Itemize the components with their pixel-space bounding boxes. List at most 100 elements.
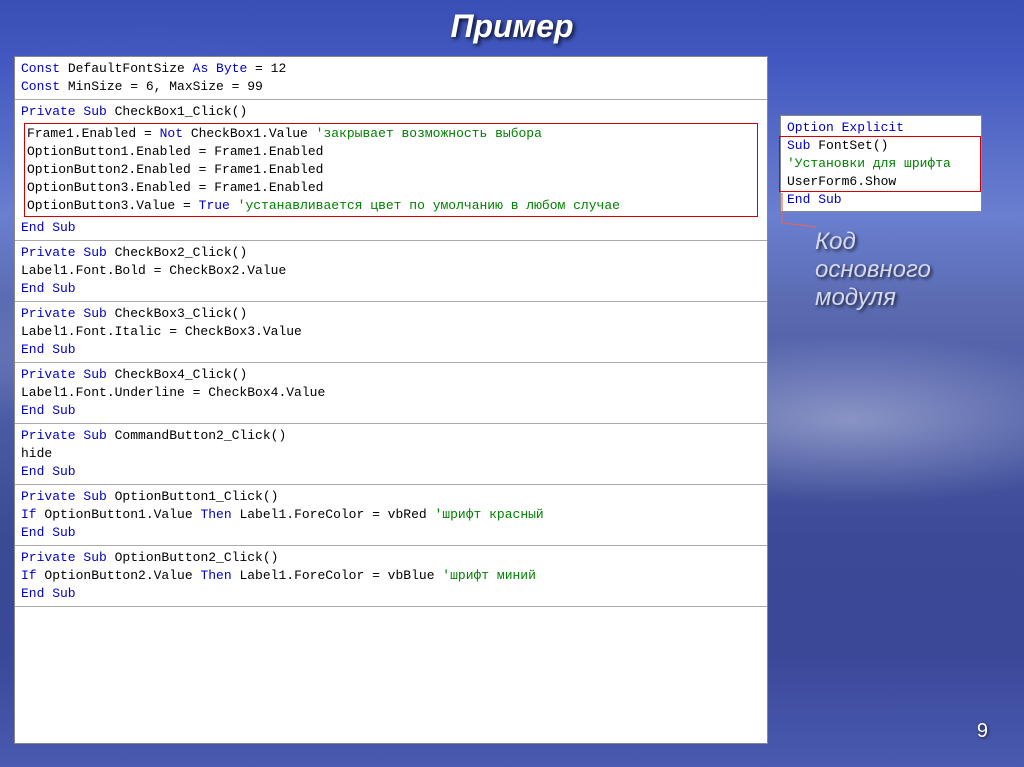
code-line: Label1.Font.Underline = CheckBox4.Value (21, 384, 761, 402)
code-token: 'шрифт миний (442, 568, 536, 583)
code-line: Private Sub CommandButton2_Click() (21, 427, 761, 445)
code-line: End Sub (21, 280, 761, 298)
code-line: hide (21, 445, 761, 463)
code-token: Const (21, 61, 68, 76)
code-token: OptionButton2.Enabled = Frame1.Enabled (27, 162, 323, 177)
code-line: OptionButton3.Value = True 'устанавливае… (27, 197, 755, 215)
code-token: Private Sub (21, 367, 115, 382)
code-line: Private Sub CheckBox4_Click() (21, 366, 761, 384)
code-token: OptionButton1_Click() (115, 489, 279, 504)
code-token: As Byte (193, 61, 248, 76)
code-token: If (21, 507, 44, 522)
code-token: 'шрифт красный (435, 507, 544, 522)
code-line: 'Установки для шрифта (787, 155, 975, 173)
highlight-box: Frame1.Enabled = Not CheckBox1.Value 'за… (24, 123, 758, 217)
callout-connector (780, 193, 818, 231)
code-line: Label1.Font.Bold = CheckBox2.Value (21, 262, 761, 280)
page-number: 9 (977, 720, 988, 743)
code-line: Sub FontSet() (787, 137, 975, 155)
code-line: If OptionButton2.Value Then Label1.ForeC… (21, 567, 761, 585)
slide-title: Пример (0, 8, 1024, 45)
code-token: DefaultFontSize (68, 61, 193, 76)
code-token: MinSize = 6, MaxSize = 99 (68, 79, 263, 94)
code-line: Private Sub CheckBox2_Click() (21, 244, 761, 262)
code-token: FontSet() (818, 138, 888, 153)
code-line: End Sub (21, 463, 761, 481)
code-token: OptionButton3.Enabled = Frame1.Enabled (27, 180, 323, 195)
code-section: Private Sub CheckBox3_Click()Label1.Font… (15, 302, 767, 363)
code-token: UserForm6.Show (787, 174, 896, 189)
code-token: Then (200, 507, 231, 522)
code-token: End Sub (21, 220, 76, 235)
code-line: Private Sub CheckBox1_Click() (21, 103, 761, 121)
code-token: Private Sub (21, 306, 115, 321)
code-token: Then (200, 568, 231, 583)
code-token: CheckBox4_Click() (115, 367, 248, 382)
code-line: Private Sub OptionButton2_Click() (21, 549, 761, 567)
code-line: OptionButton1.Enabled = Frame1.Enabled (27, 143, 755, 161)
code-line: End Sub (21, 585, 761, 603)
code-token: CommandButton2_Click() (115, 428, 287, 443)
code-token: Private Sub (21, 104, 115, 119)
code-section: Const DefaultFontSize As Byte = 12Const … (15, 57, 767, 100)
code-token: OptionButton1.Enabled = Frame1.Enabled (27, 144, 323, 159)
code-section: Private Sub CheckBox2_Click()Label1.Font… (15, 241, 767, 302)
code-token: Private Sub (21, 428, 115, 443)
code-token: OptionButton1.Value (44, 507, 200, 522)
code-token: Private Sub (21, 489, 115, 504)
code-token: Frame1.Enabled = (27, 126, 160, 141)
code-line: End Sub (21, 219, 761, 237)
code-section: Private Sub CommandButton2_Click()hideEn… (15, 424, 767, 485)
code-token: End Sub (21, 403, 76, 418)
code-line: End Sub (21, 341, 761, 359)
code-token: 'устанавливается цвет по умолчанию в люб… (238, 198, 620, 213)
code-line: Private Sub CheckBox3_Click() (21, 305, 761, 323)
code-line: Const DefaultFontSize As Byte = 12 (21, 60, 761, 78)
code-token: Private Sub (21, 550, 115, 565)
code-line: Label1.Font.Italic = CheckBox3.Value (21, 323, 761, 341)
code-token: hide (21, 446, 52, 461)
code-token: End Sub (21, 464, 76, 479)
code-token: = 12 (247, 61, 286, 76)
code-section: Private Sub CheckBox1_Click() Frame1.Enab… (15, 100, 767, 241)
code-token: End Sub (21, 586, 76, 601)
code-token: Option Explicit (787, 120, 904, 135)
code-section: Private Sub OptionButton1_Click() If Opti… (15, 485, 767, 546)
code-token: Label1.Font.Underline = CheckBox4.Value (21, 385, 325, 400)
code-token: Label1.Font.Italic = CheckBox3.Value (21, 324, 302, 339)
code-token: End Sub (21, 281, 76, 296)
code-line: End Sub (21, 524, 761, 542)
annotation-line: основного (815, 256, 931, 284)
code-token: 'закрывает возможность выбора (316, 126, 542, 141)
code-token: If (21, 568, 44, 583)
code-line: Option Explicit (787, 119, 975, 137)
code-line: Const MinSize = 6, MaxSize = 99 (21, 78, 761, 96)
main-code-panel: Const DefaultFontSize As Byte = 12Const … (14, 56, 768, 744)
code-token: Label1.Font.Bold = CheckBox2.Value (21, 263, 286, 278)
code-token: OptionButton3.Value = (27, 198, 199, 213)
code-section: Private Sub CheckBox4_Click()Label1.Font… (15, 363, 767, 424)
code-token: OptionButton2.Value (44, 568, 200, 583)
code-line: End Sub (21, 402, 761, 420)
code-token: CheckBox3_Click() (115, 306, 248, 321)
code-line: Frame1.Enabled = Not CheckBox1.Value 'за… (27, 125, 755, 143)
slide: Пример Const DefaultFontSize As Byte = 1… (0, 0, 1024, 767)
code-token: Private Sub (21, 245, 115, 260)
code-line: OptionButton2.Enabled = Frame1.Enabled (27, 161, 755, 179)
code-token: Label1.ForeColor = vbRed (232, 507, 435, 522)
code-line: OptionButton3.Enabled = Frame1.Enabled (27, 179, 755, 197)
code-token: End Sub (21, 525, 76, 540)
code-token: CheckBox2_Click() (115, 245, 248, 260)
code-token: Not (160, 126, 183, 141)
code-token: 'Установки для шрифта (787, 156, 951, 171)
code-token: True (199, 198, 238, 213)
annotation-text: Кодосновногомодуля (815, 228, 931, 312)
code-line: If OptionButton1.Value Then Label1.ForeC… (21, 506, 761, 524)
annotation-line: Код (815, 228, 931, 256)
code-section: Private Sub OptionButton2_Click()If Opti… (15, 546, 767, 607)
annotation-line: модуля (815, 284, 931, 312)
code-token: Label1.ForeColor = vbBlue (232, 568, 443, 583)
code-token: CheckBox1.Value (183, 126, 316, 141)
code-token: Const (21, 79, 68, 94)
code-token: CheckBox1_Click() (115, 104, 248, 119)
